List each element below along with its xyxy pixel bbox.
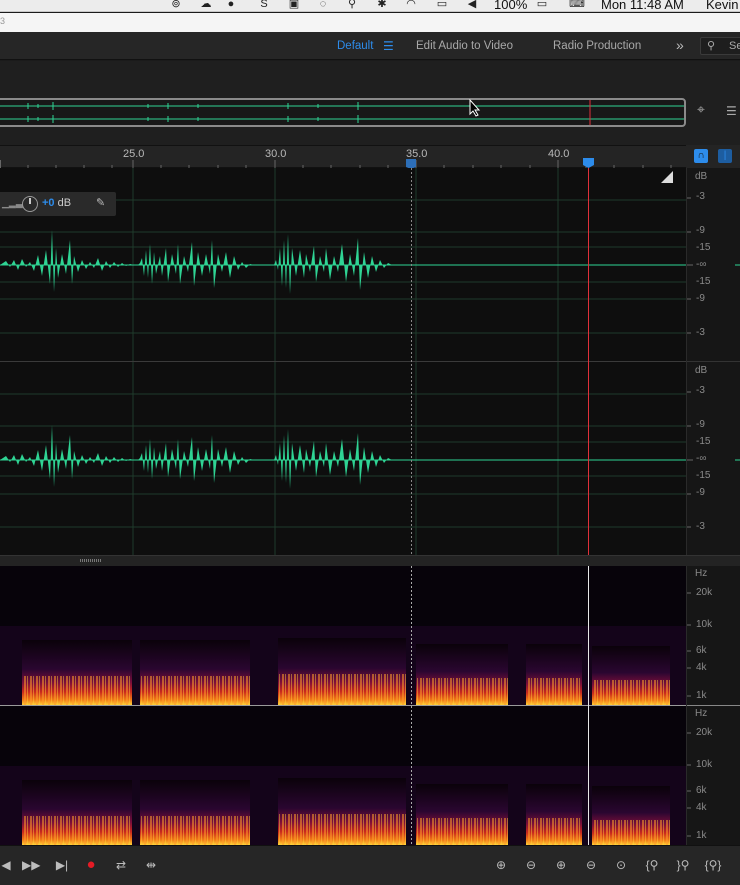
search-icon[interactable]: ⚲	[346, 0, 358, 10]
ruler-label: 35.0	[406, 148, 428, 160]
app-icon[interactable]: S	[258, 0, 270, 10]
tags-icon[interactable]: ●	[225, 0, 237, 10]
amplitude-scale[interactable]: dB -3 -9 -15 -∞ -15 -9 -3 dB -3 -9 -15 -…	[686, 168, 740, 555]
overview-navigator[interactable]	[0, 98, 686, 127]
ruler-controls: ∩ |	[686, 145, 740, 168]
mouse-cursor-icon	[469, 99, 481, 117]
transport-bar: ◀ ▶▶ ▶| ● ⇄ ⇹ ⊕ ⊖ ⊕ ⊖ ⊙ {⚲ }⚲ {⚲}	[0, 845, 740, 885]
battery-percent: 100%	[494, 0, 528, 12]
record-icon[interactable]: ●	[83, 856, 99, 874]
hz-scale-ticks	[687, 592, 740, 837]
zoom-out-amplitude-icon[interactable]: ⊖	[522, 856, 540, 874]
menubar-clock[interactable]: Mon 11:48 AM	[601, 0, 684, 11]
zoom-in-amplitude-icon[interactable]: ⊕	[492, 856, 510, 874]
frequency-scale[interactable]: Hz 20k 10k 6k 4k 1k Hz 20k 10k 6k 4k 1k	[686, 566, 740, 845]
panel-menu-icon[interactable]: ☰	[726, 104, 740, 118]
clip-volume-hud[interactable]: ▁▂▃ +0 dB ✎	[0, 192, 116, 216]
skip-back-icon[interactable]: ◀	[0, 856, 12, 874]
workspace-radio-production[interactable]: Radio Production	[553, 40, 641, 52]
cloud-icon[interactable]: ☁	[200, 0, 212, 10]
zoom-in-left-icon[interactable]: {⚲	[642, 856, 662, 874]
loop-icon[interactable]: ⇄	[112, 856, 130, 874]
zoom-full-icon[interactable]: ⊙	[612, 856, 630, 874]
volume-readout[interactable]: +0 dB	[42, 197, 71, 209]
ruler-label: 30.0	[265, 148, 287, 160]
spectrogram	[0, 566, 686, 845]
fast-forward-icon[interactable]: ▶▶	[22, 856, 40, 874]
wifi-icon[interactable]: ◠	[405, 0, 417, 10]
volume-icon[interactable]: ◀	[466, 0, 478, 10]
menubar-user[interactable]: Kevin	[706, 0, 739, 11]
marker-icon[interactable]: |	[718, 149, 732, 163]
skip-forward-icon[interactable]: ▶|	[54, 856, 70, 874]
panel-splitter[interactable]	[0, 555, 740, 566]
more-workspaces-icon[interactable]: »	[676, 37, 684, 53]
waveform-display	[0, 168, 686, 555]
title-strip: 3	[0, 13, 740, 32]
splitter-grip[interactable]	[80, 559, 102, 562]
workspace-default[interactable]: Default	[337, 40, 373, 52]
pin-icon[interactable]: ✎	[96, 196, 105, 209]
spectral-frequency-display[interactable]	[0, 566, 686, 845]
zoom-in-right-icon[interactable]: }⚲	[673, 856, 693, 874]
app-icon[interactable]: ▣	[288, 0, 300, 10]
time-ruler[interactable]: 25.0 30.0 35.0 40.0	[0, 145, 686, 169]
level-bars-icon: ▁▂▃	[2, 198, 23, 208]
sync-icon[interactable]: ◌	[317, 0, 329, 10]
waveform-editor[interactable]: ▁▂▃ +0 dB ✎	[0, 168, 686, 555]
search-placeholder: Se	[729, 40, 740, 52]
workspace-edit-audio-to-video[interactable]: Edit Audio to Video	[416, 40, 513, 52]
battery-icon[interactable]: ▭	[533, 0, 551, 10]
headphones-icon[interactable]: ∩	[694, 149, 708, 163]
overview-panel: ⌖ ☰	[0, 61, 740, 145]
zoom-out-time-icon[interactable]: ⊖	[582, 856, 600, 874]
creative-cloud-icon[interactable]: ⊚	[170, 0, 182, 10]
ruler-label: 25.0	[123, 148, 145, 160]
search-icon: ⚲	[707, 40, 716, 52]
zoom-in-time-icon[interactable]: ⊕	[552, 856, 570, 874]
skip-selection-icon[interactable]: ⇹	[142, 856, 160, 874]
volume-knob[interactable]	[22, 196, 38, 212]
overview-waveform	[0, 100, 684, 125]
ruler-ticks	[0, 158, 672, 169]
bluetooth-icon[interactable]: ✱	[376, 0, 388, 10]
ruler-label: 40.0	[548, 148, 570, 160]
macos-menubar: ⊚ ☁ ● S ▣ ◌ ⚲ ✱ ◠ ▭ ◀ 100% ▭ ⌨ Mon 11:48…	[0, 0, 740, 12]
zoom-selection-icon[interactable]: {⚲}	[702, 856, 724, 874]
keyboard-icon[interactable]: ⌨	[569, 0, 585, 10]
workspace-menu-icon[interactable]: ☰	[383, 39, 394, 53]
zoom-navigator-icon[interactable]: ⌖	[697, 101, 715, 119]
db-scale-ticks	[687, 197, 740, 528]
search-help-field[interactable]: ⚲ Se	[700, 37, 740, 55]
workspace-bar: Default ☰ Edit Audio to Video Radio Prod…	[0, 32, 740, 60]
airplay-icon[interactable]: ▭	[436, 0, 448, 10]
